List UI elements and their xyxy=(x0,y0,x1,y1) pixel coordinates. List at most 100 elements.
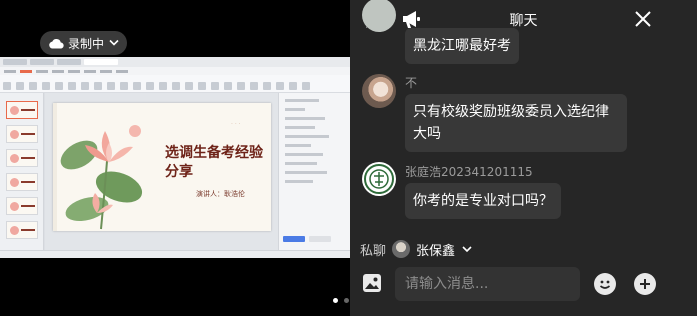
thumb-graphic xyxy=(10,178,19,187)
current-slide[interactable]: · · · 选调生备考经验分享 演讲人：耿浩伦 xyxy=(53,103,271,231)
tool-icon[interactable] xyxy=(211,82,219,90)
slide-thumbnail[interactable] xyxy=(6,197,38,215)
ribbon-item[interactable] xyxy=(68,69,80,73)
plus-icon[interactable] xyxy=(634,273,656,295)
status-bar xyxy=(0,250,350,258)
tool-icon[interactable] xyxy=(263,82,271,90)
slide-canvas: · · · 选调生备考经验分享 演讲人：耿浩伦 xyxy=(45,93,278,250)
panel-row xyxy=(285,171,327,174)
panel-row xyxy=(285,135,329,138)
recipient-name: 张保鑫 xyxy=(416,243,456,259)
tool-icon[interactable] xyxy=(172,82,180,90)
tool-icon[interactable] xyxy=(289,82,297,90)
app-tab[interactable] xyxy=(30,59,54,65)
tool-icon[interactable] xyxy=(146,82,154,90)
chevron-down-icon xyxy=(109,38,119,49)
pager-dot-active[interactable] xyxy=(333,298,338,303)
tool-icon[interactable] xyxy=(120,82,128,90)
thumb-graphic xyxy=(10,106,19,115)
tool-icon[interactable] xyxy=(55,82,63,90)
properties-panel xyxy=(278,93,350,250)
tool-icon[interactable] xyxy=(81,82,89,90)
app-tab-active[interactable] xyxy=(84,59,118,65)
panel-row xyxy=(285,117,325,120)
sender-name: 不 xyxy=(405,76,418,90)
tool-icon[interactable] xyxy=(68,82,76,90)
slide-thumbnail[interactable] xyxy=(6,173,38,191)
ribbon-menu xyxy=(0,67,350,75)
panel-apply-button[interactable] xyxy=(283,236,305,242)
tool-icon[interactable] xyxy=(16,82,24,90)
app-tab[interactable] xyxy=(57,59,81,65)
school-emblem-icon xyxy=(364,164,394,194)
thumb-graphic xyxy=(10,202,19,211)
thumb-graphic xyxy=(10,154,19,163)
presentation-window: · · · 选调生备考经验分享 演讲人：耿浩伦 xyxy=(0,57,350,258)
slide-thumbnail[interactable] xyxy=(6,125,38,143)
panel-row xyxy=(285,99,319,102)
pager-dot[interactable] xyxy=(344,298,349,303)
shared-screen-area: 录制中 · · · 选调生备考经验分享 演讲人：耿浩伦 xyxy=(0,0,350,316)
sender-name: 张庭浩202341201115 xyxy=(405,165,533,179)
thumb-text xyxy=(21,205,35,207)
ribbon-item[interactable] xyxy=(116,69,128,73)
app-tab[interactable] xyxy=(3,59,27,65)
image-icon[interactable] xyxy=(361,272,383,294)
sender-avatar xyxy=(362,162,396,196)
sender-avatar xyxy=(362,74,396,108)
recipient-avatar xyxy=(392,240,411,258)
app-tab-bar xyxy=(0,57,350,67)
thumb-graphic xyxy=(10,226,19,235)
tool-icon[interactable] xyxy=(250,82,258,90)
slide-thumbnail-panel xyxy=(0,93,44,250)
thumb-text xyxy=(21,109,35,111)
tool-icon[interactable] xyxy=(224,82,232,90)
chevron-down-icon xyxy=(462,246,472,253)
panel-row xyxy=(285,108,305,111)
tool-icon[interactable] xyxy=(94,82,102,90)
tool-icon[interactable] xyxy=(237,82,245,90)
tool-icon[interactable] xyxy=(198,82,206,90)
slide-title: 选调生备考经验分享 xyxy=(165,145,263,180)
slide-thumbnail[interactable] xyxy=(6,101,38,119)
message-bubble: 黑龙江哪最好考 xyxy=(405,28,519,64)
recording-label: 录制中 xyxy=(68,36,105,51)
tool-icon[interactable] xyxy=(185,82,193,90)
thumb-text xyxy=(21,181,35,183)
ribbon-item[interactable] xyxy=(4,69,16,73)
slide-speaker: 演讲人：耿浩伦 xyxy=(196,190,245,198)
tool-icon[interactable] xyxy=(3,82,11,90)
emoji-icon[interactable] xyxy=(594,273,616,295)
formatting-toolbar xyxy=(0,75,350,93)
ribbon-item-active[interactable] xyxy=(20,69,32,73)
ribbon-item[interactable] xyxy=(84,69,96,73)
panel-row xyxy=(285,153,323,156)
chat-header: 聊天 xyxy=(350,0,697,38)
ribbon-item[interactable] xyxy=(36,69,48,73)
recording-status-pill[interactable]: 录制中 xyxy=(40,31,128,55)
close-icon[interactable] xyxy=(632,8,654,30)
tool-icon[interactable] xyxy=(133,82,141,90)
slide-decoration: · · · xyxy=(231,121,241,128)
tool-icon[interactable] xyxy=(159,82,167,90)
message-input[interactable] xyxy=(395,267,580,301)
slide-thumbnail[interactable] xyxy=(6,149,38,167)
tool-icon[interactable] xyxy=(42,82,50,90)
tool-icon[interactable] xyxy=(302,82,310,90)
panel-row xyxy=(285,126,315,129)
ribbon-item[interactable] xyxy=(100,69,112,73)
slide-thumbnail[interactable] xyxy=(6,221,38,239)
thumb-text xyxy=(21,229,35,231)
thumb-text xyxy=(21,133,35,135)
ribbon-item[interactable] xyxy=(52,69,64,73)
tool-icon[interactable] xyxy=(107,82,115,90)
message-bubble: 你考的是专业对口吗？ xyxy=(405,183,561,219)
lotus-illustration xyxy=(60,125,143,230)
panel-row xyxy=(285,144,311,147)
private-chat-selector[interactable]: 私聊 张保鑫 xyxy=(360,238,473,260)
tool-icon[interactable] xyxy=(29,82,37,90)
message-bubble: 只有校级奖励班级委员入选纪律大吗 xyxy=(405,94,627,152)
panel-secondary-button[interactable] xyxy=(309,236,331,242)
chat-panel: 聊天 黑龙江哪最好考 不 只有校级奖励班级委员入选纪律大吗 张庭浩2023412… xyxy=(350,0,697,316)
tool-icon[interactable] xyxy=(276,82,284,90)
